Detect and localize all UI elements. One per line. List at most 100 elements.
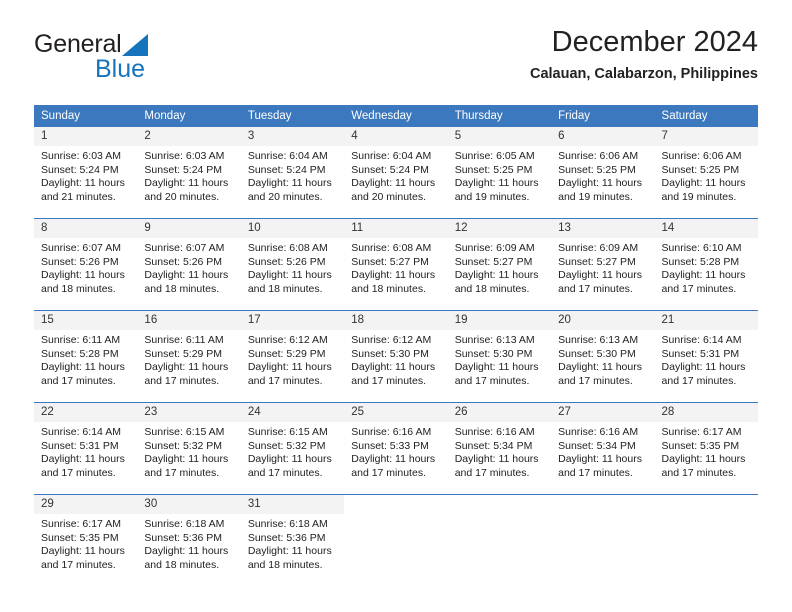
sunrise-text: Sunrise: 6:16 AM [351, 426, 432, 438]
calendar-day-cell[interactable]: 5 Sunrise: 6:05 AM Sunset: 5:25 PM Daylight… [447, 127, 552, 219]
day-cell-inner: 3 Sunrise: 6:04 AM Sunset: 5:24 PM Daylight… [240, 127, 345, 218]
sunset-text: Sunset: 5:31 PM [661, 347, 740, 360]
calendar-day-cell[interactable]: 17 Sunrise: 6:12 AM Sunset: 5:29 PM Dayligh… [240, 310, 345, 403]
calendar-day-cell[interactable]: 4 Sunrise: 6:04 AM Sunset: 5:24 PM Daylight… [344, 127, 448, 219]
day-number: 8 [34, 219, 138, 238]
daylight-text-line1: Daylight: 11 hours [144, 545, 229, 558]
calendar-day-cell[interactable]: 15 Sunrise: 6:11 AM Sunset: 5:28 PM Dayligh… [34, 310, 138, 403]
day-details: Sunrise: 6:05 AM Sunset: 5:25 PM Daylight:… [448, 146, 551, 204]
day-details: Sunrise: 6:09 AM Sunset: 5:27 PM Daylight:… [551, 238, 654, 296]
calendar-grid: Sunday Monday Tuesday Wednesday Thursday… [34, 105, 758, 586]
day-cell-inner: 14 Sunrise: 6:10 AM Sunset: 5:28 PM Dayligh… [654, 219, 758, 310]
calendar-day-cell[interactable]: 3 Sunrise: 6:04 AM Sunset: 5:24 PM Daylight… [240, 127, 345, 219]
calendar-day-cell[interactable]: 2 Sunrise: 6:03 AM Sunset: 5:24 PM Daylight… [137, 127, 241, 219]
day-cell-inner: 21 Sunrise: 6:14 AM Sunset: 5:31 PM Dayligh… [654, 311, 758, 402]
sunset-text: Sunset: 5:25 PM [661, 163, 740, 176]
weekday-header-thursday: Thursday [447, 105, 552, 127]
sunrise-text: Sunrise: 6:18 AM [144, 518, 225, 530]
calendar-day-cell[interactable]: 11 Sunrise: 6:08 AM Sunset: 5:27 PM Dayligh… [344, 218, 448, 311]
daylight-text-line1: Daylight: 11 hours [144, 361, 229, 374]
daylight-text-line2: and 21 minutes. [41, 190, 116, 203]
day-number: 15 [34, 311, 138, 330]
calendar-day-cell[interactable]: 27 Sunrise: 6:16 AM Sunset: 5:34 PM Dayligh… [551, 402, 655, 495]
sunrise-text: Sunrise: 6:18 AM [247, 518, 328, 530]
sunrise-text: Sunrise: 6:15 AM [144, 426, 225, 438]
calendar-day-cell[interactable]: 22 Sunrise: 6:14 AM Sunset: 5:31 PM Dayligh… [34, 402, 138, 495]
calendar-day-cell[interactable]: 10 Sunrise: 6:08 AM Sunset: 5:26 PM Dayligh… [240, 218, 345, 311]
calendar-day-cell[interactable]: 8 Sunrise: 6:07 AM Sunset: 5:26 PM Daylight… [34, 218, 138, 311]
sunset-text: Sunset: 5:29 PM [144, 347, 223, 360]
calendar-day-cell[interactable]: 25 Sunrise: 6:16 AM Sunset: 5:33 PM Dayligh… [344, 402, 448, 495]
day-cell-inner: 28 Sunrise: 6:17 AM Sunset: 5:35 PM Dayligh… [654, 403, 758, 494]
daylight-text-line2: and 19 minutes. [454, 190, 530, 203]
daylight-text-line2: and 20 minutes. [144, 190, 220, 203]
calendar-day-cell[interactable]: 14 Sunrise: 6:10 AM Sunset: 5:28 PM Dayligh… [654, 218, 758, 311]
day-details: Sunrise: 6:03 AM Sunset: 5:24 PM Daylight:… [34, 146, 137, 204]
calendar-day-cell[interactable]: 20 Sunrise: 6:13 AM Sunset: 5:30 PM Dayligh… [551, 310, 655, 403]
calendar-day-cell[interactable]: 18 Sunrise: 6:12 AM Sunset: 5:30 PM Dayligh… [344, 310, 448, 403]
day-cell-inner: 30 Sunrise: 6:18 AM Sunset: 5:36 PM Dayligh… [137, 495, 241, 586]
day-number: 28 [654, 403, 758, 422]
sunset-text: Sunset: 5:28 PM [41, 347, 119, 360]
sunset-text: Sunset: 5:24 PM [41, 163, 119, 176]
day-number: 9 [137, 219, 241, 238]
calendar-day-cell[interactable]: 16 Sunrise: 6:11 AM Sunset: 5:29 PM Dayligh… [137, 310, 241, 403]
sunrise-text: Sunrise: 6:14 AM [41, 426, 121, 438]
calendar-day-cell[interactable]: 23 Sunrise: 6:15 AM Sunset: 5:32 PM Dayligh… [137, 402, 241, 495]
sunset-text: Sunset: 5:35 PM [661, 439, 740, 452]
sunset-text: Sunset: 5:34 PM [454, 439, 533, 452]
day-number [655, 495, 758, 514]
page-header: General Blue December 2024 Calauan, Cala… [34, 26, 758, 98]
sunset-text: Sunset: 5:33 PM [351, 439, 429, 452]
day-cell-inner: 15 Sunrise: 6:11 AM Sunset: 5:28 PM Dayligh… [34, 311, 138, 402]
day-cell-inner: 1 Sunrise: 6:03 AM Sunset: 5:24 PM Daylight… [34, 127, 138, 218]
calendar-day-cell[interactable]: 28 Sunrise: 6:17 AM Sunset: 5:35 PM Dayligh… [654, 402, 758, 495]
weekday-header-wednesday: Wednesday [344, 105, 448, 127]
day-cell-inner: 16 Sunrise: 6:11 AM Sunset: 5:29 PM Dayligh… [137, 311, 241, 402]
calendar-day-cell[interactable]: 24 Sunrise: 6:15 AM Sunset: 5:32 PM Dayligh… [240, 402, 345, 495]
calendar-day-cell[interactable]: 6 Sunrise: 6:06 AM Sunset: 5:25 PM Daylight… [551, 127, 655, 219]
sunset-text: Sunset: 5:32 PM [144, 439, 223, 452]
daylight-text-line2: and 20 minutes. [247, 190, 323, 203]
sunset-text: Sunset: 5:27 PM [558, 255, 636, 268]
daylight-text-line1: Daylight: 11 hours [558, 361, 642, 374]
day-details: Sunrise: 6:03 AM Sunset: 5:24 PM Daylight:… [137, 146, 240, 204]
sunrise-text: Sunrise: 6:17 AM [41, 518, 121, 530]
daylight-text-line2: and 20 minutes. [351, 190, 426, 203]
daylight-text-line1: Daylight: 11 hours [558, 453, 642, 466]
daylight-text-line1: Daylight: 11 hours [247, 269, 332, 282]
day-cell-inner: 19 Sunrise: 6:13 AM Sunset: 5:30 PM Dayligh… [447, 311, 552, 402]
daylight-text-line1: Daylight: 11 hours [247, 545, 332, 558]
daylight-text-line1: Daylight: 11 hours [144, 177, 229, 190]
daylight-text-line1: Daylight: 11 hours [454, 177, 539, 190]
calendar-day-cell[interactable]: 30 Sunrise: 6:18 AM Sunset: 5:36 PM Dayligh… [137, 494, 241, 586]
calendar-day-cell[interactable]: 26 Sunrise: 6:16 AM Sunset: 5:34 PM Dayligh… [447, 402, 552, 495]
daylight-text-line2: and 17 minutes. [661, 466, 737, 479]
day-cell-inner: 5 Sunrise: 6:05 AM Sunset: 5:25 PM Daylight… [447, 127, 552, 218]
sunrise-text: Sunrise: 6:03 AM [41, 150, 121, 162]
sunset-text: Sunset: 5:30 PM [454, 347, 533, 360]
calendar-day-cell[interactable]: 19 Sunrise: 6:13 AM Sunset: 5:30 PM Dayligh… [447, 310, 552, 403]
calendar-day-cell[interactable]: 31 Sunrise: 6:18 AM Sunset: 5:36 PM Dayligh… [240, 494, 345, 586]
sunrise-text: Sunrise: 6:03 AM [144, 150, 225, 162]
sunrise-text: Sunrise: 6:11 AM [144, 334, 224, 346]
day-cell-inner: 26 Sunrise: 6:16 AM Sunset: 5:34 PM Dayligh… [447, 403, 552, 494]
calendar-day-cell[interactable]: 12 Sunrise: 6:09 AM Sunset: 5:27 PM Dayligh… [447, 218, 552, 311]
calendar-day-cell[interactable]: 29 Sunrise: 6:17 AM Sunset: 5:35 PM Dayligh… [34, 494, 138, 586]
daylight-text-line1: Daylight: 11 hours [454, 453, 539, 466]
calendar-day-cell[interactable]: 9 Sunrise: 6:07 AM Sunset: 5:26 PM Daylight… [137, 218, 241, 311]
sunrise-text: Sunrise: 6:12 AM [351, 334, 432, 346]
sunrise-text: Sunrise: 6:14 AM [661, 334, 742, 346]
day-number: 21 [654, 311, 758, 330]
calendar-week-row: 8 Sunrise: 6:07 AM Sunset: 5:26 PM Daylight… [34, 218, 758, 311]
calendar-day-cell[interactable]: 21 Sunrise: 6:14 AM Sunset: 5:31 PM Dayligh… [654, 310, 758, 403]
sunrise-text: Sunrise: 6:16 AM [558, 426, 639, 438]
day-cell-inner: 17 Sunrise: 6:12 AM Sunset: 5:29 PM Dayligh… [240, 311, 345, 402]
calendar-day-cell[interactable]: 7 Sunrise: 6:06 AM Sunset: 5:25 PM Daylight… [654, 127, 758, 219]
calendar-day-cell[interactable]: 13 Sunrise: 6:09 AM Sunset: 5:27 PM Dayligh… [551, 218, 655, 311]
general-blue-logo[interactable]: General Blue [34, 32, 214, 92]
sunrise-text: Sunrise: 6:04 AM [247, 150, 328, 162]
daylight-text-line2: and 17 minutes. [41, 558, 116, 571]
calendar-day-cell[interactable]: 1 Sunrise: 6:03 AM Sunset: 5:24 PM Daylight… [34, 127, 138, 219]
day-details: Sunrise: 6:08 AM Sunset: 5:26 PM Daylight:… [241, 238, 344, 296]
